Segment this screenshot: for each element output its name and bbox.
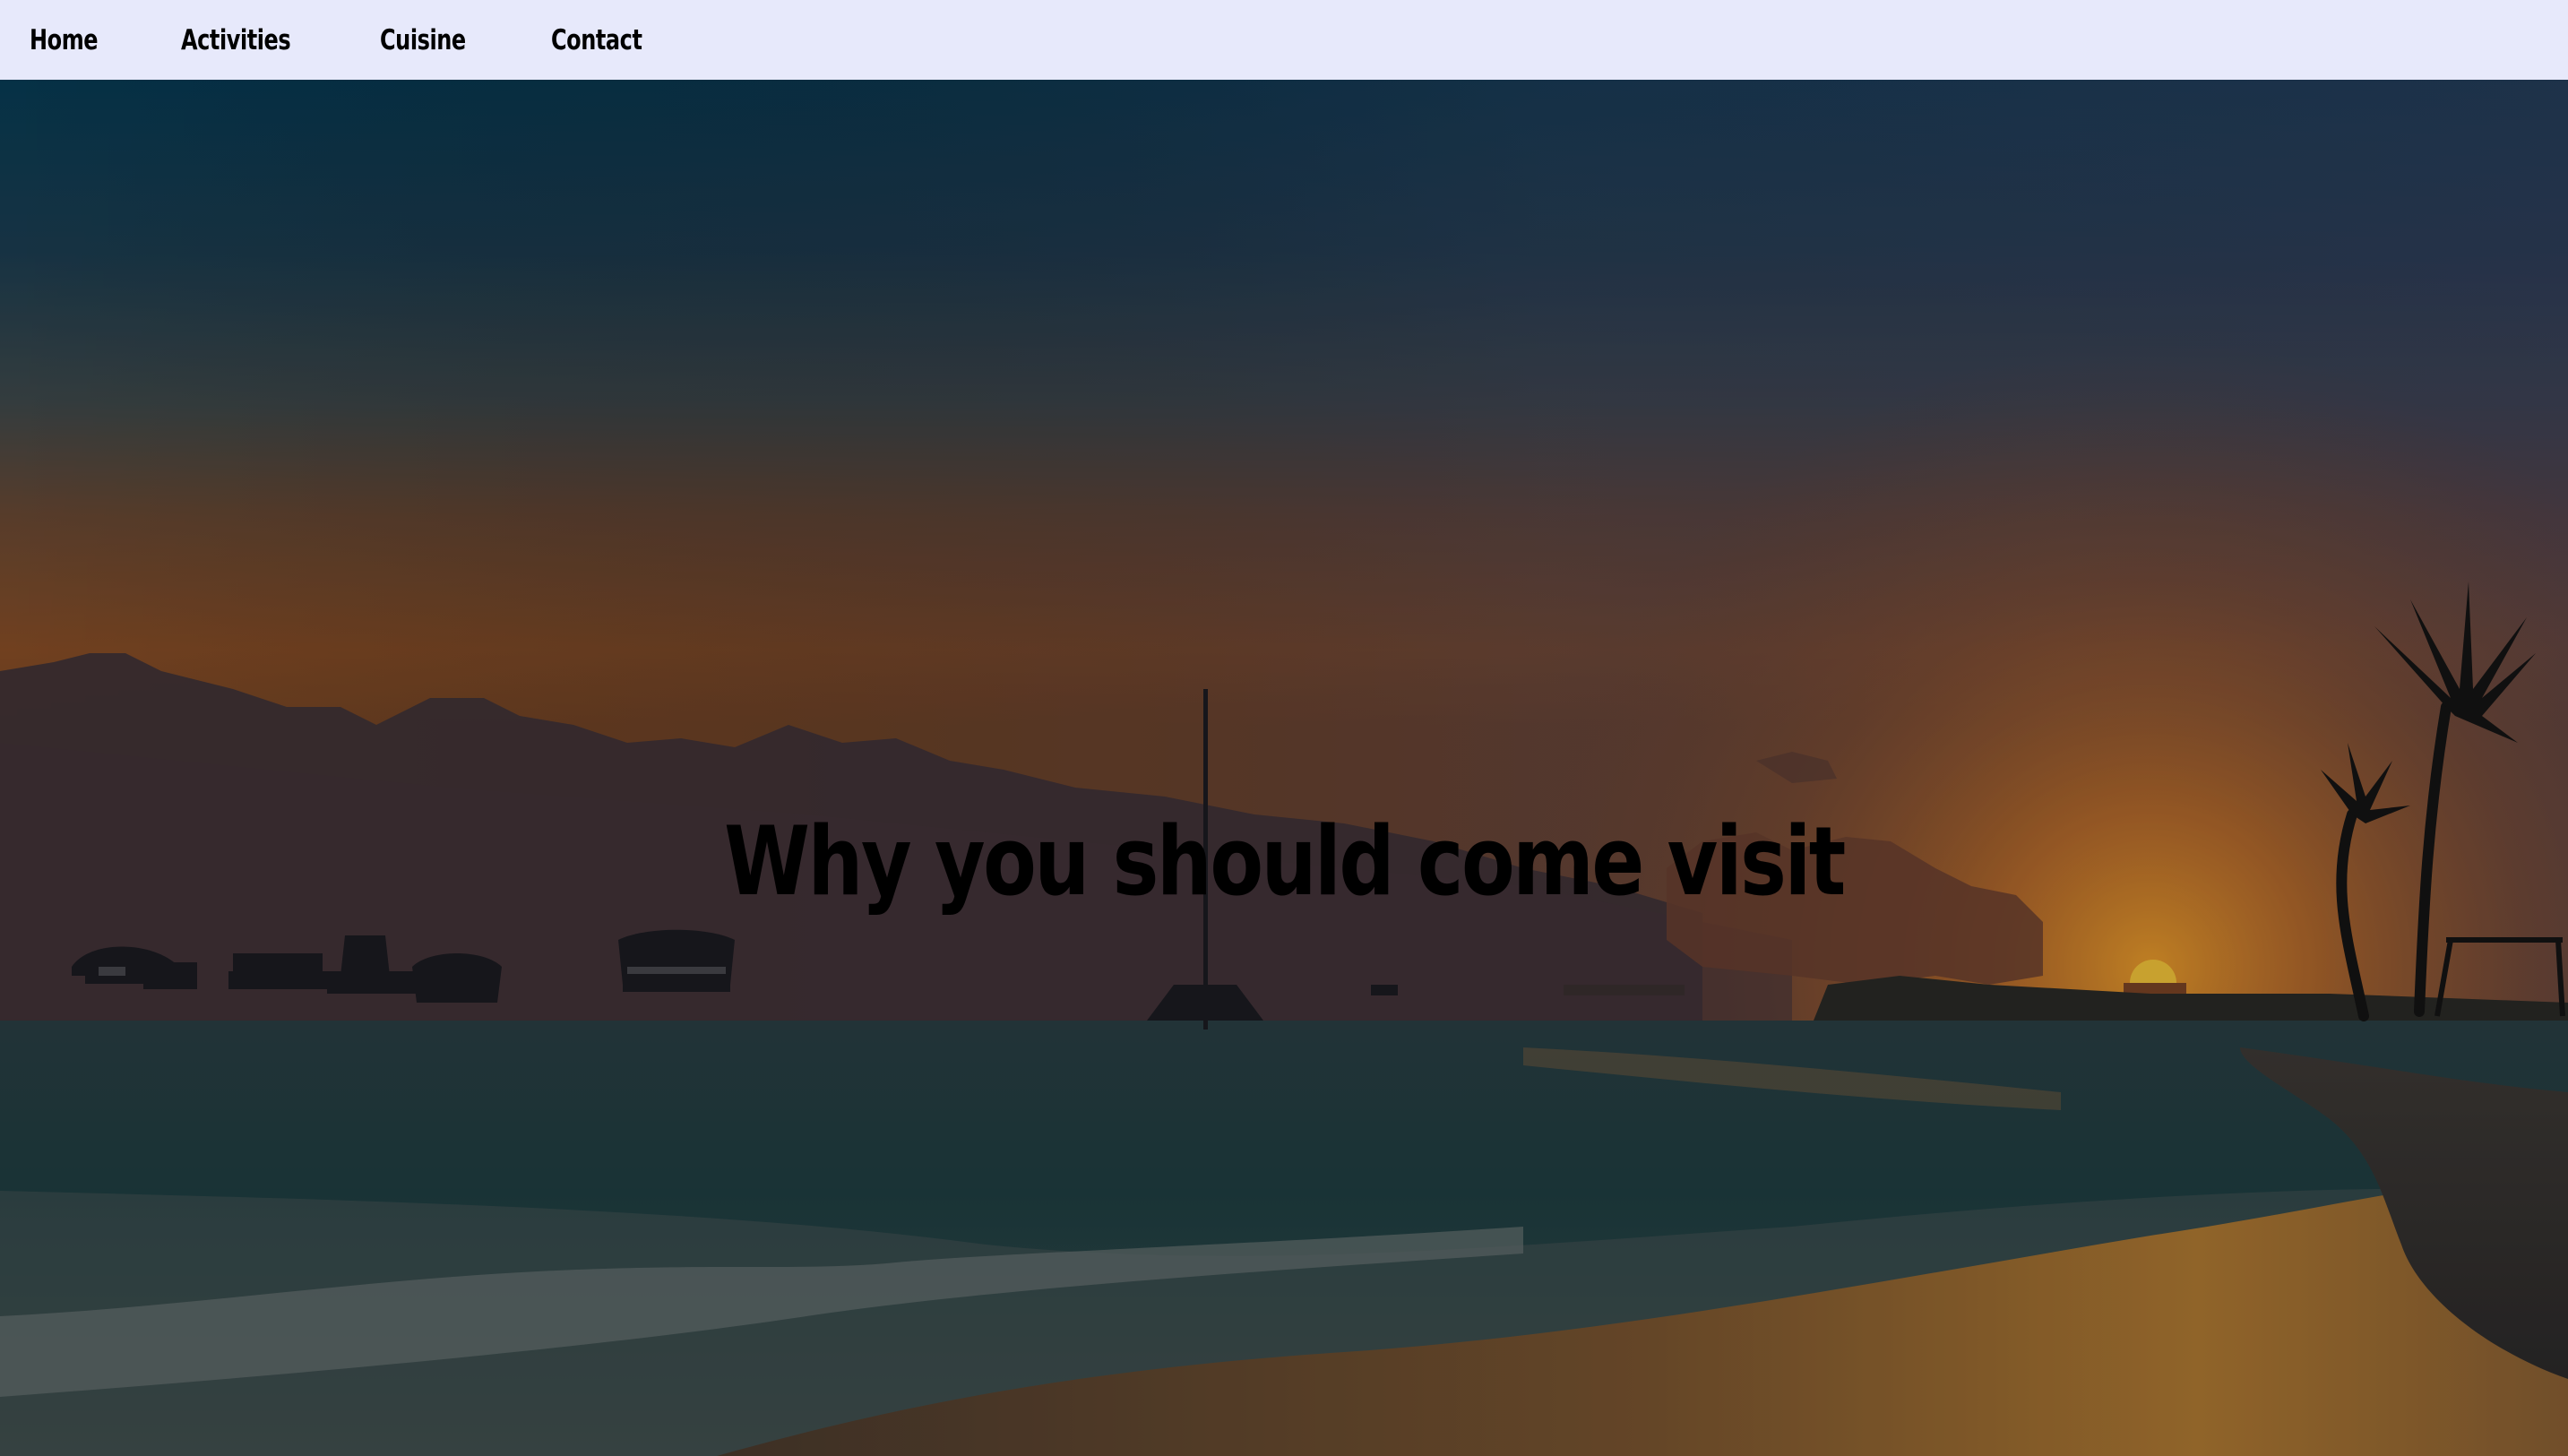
nav-link-activities[interactable]: Activities — [181, 24, 291, 56]
nav-link-cuisine[interactable]: Cuisine — [380, 24, 466, 56]
hero-section: Why you should come visit — [0, 80, 2568, 1456]
hero-background-image — [0, 80, 2568, 1456]
hero-title: Why you should come visit — [724, 806, 1846, 917]
nav-link-contact[interactable]: Contact — [551, 24, 642, 56]
top-navbar: Home Activities Cuisine Contact — [0, 0, 2568, 80]
nav-link-home[interactable]: Home — [30, 24, 99, 56]
